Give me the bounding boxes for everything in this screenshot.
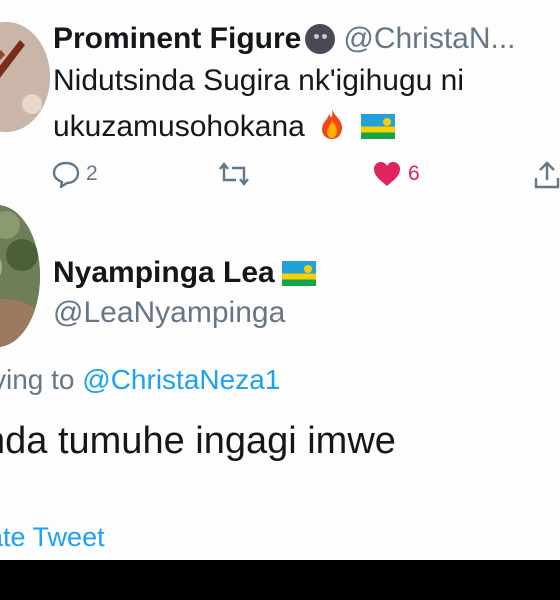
tweet1-text-line2-words: ukuzamusohokana xyxy=(53,110,305,143)
avatar[interactable] xyxy=(0,205,40,347)
user-handle[interactable]: @LeaNyampinga xyxy=(53,296,285,330)
avatar[interactable] xyxy=(0,22,50,132)
tweet1-actions: 2 6 xyxy=(52,160,560,194)
retweet-button[interactable] xyxy=(218,160,250,188)
retweet-icon xyxy=(219,162,249,186)
user-handle[interactable]: @ChristaN... xyxy=(343,22,515,56)
heart-icon xyxy=(374,162,400,186)
rwanda-flag-emoji xyxy=(281,260,316,286)
avatar-photo xyxy=(0,205,40,347)
tweet1-author: Prominent Figure @ChristaN... xyxy=(53,20,516,58)
tweet2-author: Nyampinga Lea xyxy=(53,253,316,293)
fire-emoji xyxy=(322,109,343,139)
reply-button[interactable]: 2 xyxy=(52,160,98,188)
tweet-thread-screen: Prominent Figure @ChristaN... Nidutsinda… xyxy=(0,0,560,560)
tweet1-text-line2: ukuzamusohokana xyxy=(53,108,395,144)
avatar-photo xyxy=(0,22,50,132)
replying-to-label: ying to xyxy=(0,364,75,395)
replying-to: ying to @ChristaNeza1 xyxy=(0,364,280,396)
quote-tweet-link[interactable]: late Tweet xyxy=(0,522,105,553)
tweet1-text-line1: Nidutsinda Sugira nk'igihugu ni xyxy=(53,64,464,97)
like-button[interactable]: 6 xyxy=(372,160,420,188)
reply-count: 2 xyxy=(86,162,98,185)
mention-link[interactable]: @ChristaNeza1 xyxy=(82,364,280,395)
display-name[interactable]: Nyampinga Lea xyxy=(53,256,275,290)
tweet2-text: nda tumuhe ingagi imwe xyxy=(0,420,396,462)
share-icon xyxy=(534,161,560,189)
new-moon-face-emoji xyxy=(305,24,336,54)
like-count: 6 xyxy=(408,162,420,185)
display-name[interactable]: Prominent Figure xyxy=(53,22,301,56)
reply-icon xyxy=(52,161,80,188)
share-button[interactable] xyxy=(532,160,560,190)
rwanda-flag-emoji xyxy=(360,114,395,139)
